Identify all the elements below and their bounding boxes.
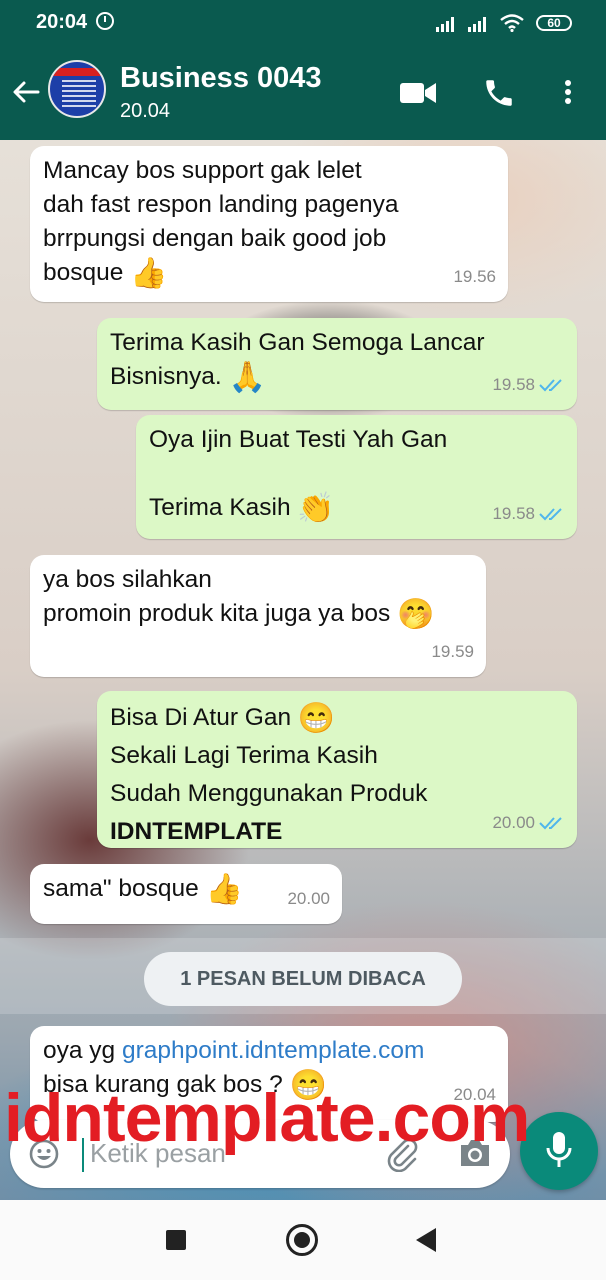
clap-emoji: 👏 — [297, 491, 335, 525]
message-text: Sudah Menggunakan Produk — [110, 780, 428, 807]
message-text: Terima Kasih Gan Semoga Lancar — [110, 329, 485, 356]
unread-label: 1 PESAN BELUM DIBACA — [144, 952, 462, 1006]
unread-separator: 1 PESAN BELUM DIBACA — [0, 938, 606, 1014]
nav-back-icon[interactable] — [416, 1228, 436, 1252]
message-time: 19.58 — [492, 504, 535, 523]
message-text: brrpungsi dengan baik good job — [43, 225, 387, 252]
contact-avatar[interactable] — [48, 60, 106, 118]
mic-icon — [546, 1132, 572, 1167]
recents-icon[interactable] — [166, 1230, 186, 1250]
status-bar: 20:04 60 — [0, 0, 606, 46]
message-text: Mancay bos support gak lelet — [43, 157, 362, 184]
message-text: Oya Ijin Buat Testi Yah Gan — [149, 426, 448, 453]
double-check-icon — [539, 508, 562, 521]
video-call-icon[interactable] — [400, 82, 436, 104]
message-text: promoin produk kita juga ya bos — [43, 600, 391, 627]
double-check-icon — [539, 817, 562, 830]
home-icon[interactable] — [286, 1224, 318, 1256]
message-time: 19.59 — [431, 642, 474, 661]
message-text: Terima Kasih — [149, 494, 291, 521]
alarm-icon — [96, 12, 114, 30]
thumbs-up-emoji: 👍 — [130, 256, 168, 290]
last-seen: 20.04 — [120, 100, 171, 122]
chat-header: Business 0043 20.04 — [0, 46, 606, 140]
wifi-icon — [500, 14, 524, 32]
message-text: sama" bosque — [43, 875, 199, 902]
message-link[interactable]: graphpoint.idntemplate.com — [122, 1037, 424, 1064]
message-time: 19.58 — [492, 375, 535, 394]
message-time: 19.56 — [453, 267, 496, 286]
thumbs-up-emoji: 👍 — [205, 872, 243, 906]
message-incoming[interactable]: ya bos silahkan promoin produk kita juga… — [30, 555, 486, 677]
message-time: 20.00 — [492, 813, 535, 832]
signal-icon — [468, 16, 490, 32]
message-text: dah fast respon landing pagenya — [43, 191, 399, 218]
message-incoming[interactable]: sama" bosque 👍 20.00 — [30, 864, 342, 924]
message-text: Bisa Di Atur Gan — [110, 704, 292, 731]
hand-over-mouth-emoji: 🤭 — [397, 597, 435, 631]
message-text: oya yg — [43, 1037, 122, 1064]
message-text: bosque — [43, 259, 124, 286]
contact-name[interactable]: Business 0043 — [120, 62, 322, 95]
grin-emoji: 😁 — [297, 701, 336, 735]
message-outgoing[interactable]: Oya Ijin Buat Testi Yah Gan Terima Kasih… — [136, 415, 577, 539]
message-text-bold: IDNTEMPLATE — [110, 818, 283, 845]
back-arrow-icon[interactable] — [10, 76, 42, 108]
battery-indicator: 60 — [536, 15, 572, 31]
message-time: 20.00 — [287, 889, 330, 908]
phone-icon[interactable] — [482, 76, 516, 110]
signal-icon — [436, 16, 458, 32]
message-text: Bisnisnya. — [110, 363, 222, 390]
pray-emoji: 🙏 — [228, 360, 266, 394]
more-vert-icon[interactable] — [560, 78, 576, 108]
message-outgoing[interactable]: Bisa Di Atur Gan 😁 Sekali Lagi Terima Ka… — [97, 691, 577, 848]
status-time: 20:04 — [36, 11, 88, 33]
watermark-text: idntemplate.com — [4, 1080, 530, 1156]
message-text: ya bos silahkan — [43, 566, 212, 593]
message-outgoing[interactable]: Terima Kasih Gan Semoga Lancar Bisnisnya… — [97, 318, 577, 410]
mic-button[interactable] — [520, 1112, 598, 1190]
message-text: Sekali Lagi Terima Kasih — [110, 742, 378, 769]
system-nav-bar — [0, 1200, 606, 1280]
message-incoming[interactable]: Mancay bos support gak lelet dah fast re… — [30, 146, 508, 302]
double-check-icon — [539, 379, 562, 392]
